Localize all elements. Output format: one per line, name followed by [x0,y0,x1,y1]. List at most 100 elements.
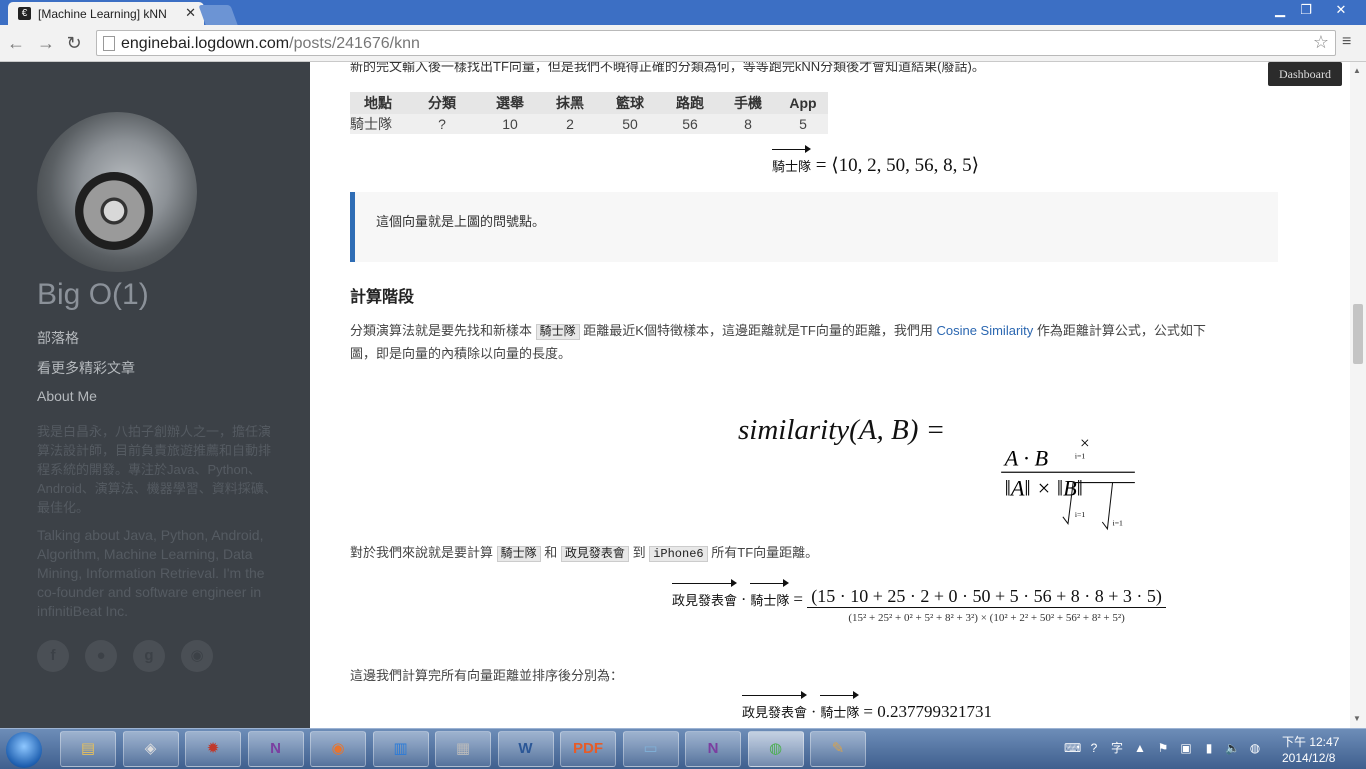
vector-label: 騎士隊 [772,145,812,175]
network-icon[interactable]: ▮ [1202,741,1216,755]
similarity-fraction: A · B ‖A‖ × ‖B‖ × i=1 i=1 i=1 [1001,433,1135,531]
bio-chinese: 我是白昌永，八拍子創辦人之一，擔任演算法設計師，目前負責旅遊推薦和自動排程系統的… [37,424,277,515]
pdf-icon[interactable]: PDF [560,731,616,767]
vertical-scrollbar[interactable]: ▲ ▼ [1350,62,1366,728]
paragraph-results: 這邊我們計算完所有向量距離並排序後分別為： [350,668,624,683]
tf-vector-table: 地點 分類 選舉 抹黑 籃球 路跑 手機 App 騎士隊? 10 2 50 56 8 5 [350,92,828,134]
vector-label: 政見發表會 [672,578,738,609]
table-header-cell: 籃球 [598,92,662,114]
svg-text:i=1: i=1 [1075,452,1085,461]
vector-value: = ⟨10, 2, 50, 56, 8, 5⟩ [815,155,980,176]
app-icon[interactable]: ✹ [185,731,241,767]
back-icon[interactable]: ← [4,31,28,55]
browser-tab[interactable]: € [Machine Learning] kNN ✕ [8,2,204,25]
url-text: enginebai.logdown.com/posts/241676/knn [121,35,420,53]
tab-close-icon[interactable]: ✕ [185,5,196,21]
github-icon[interactable]: ● [85,640,117,672]
blog-sidebar: Big O(1) 部落格 看更多精彩文章 About Me 我是白昌永，八拍子創… [0,62,310,728]
rss-icon[interactable]: ◉ [181,640,213,672]
table-header-cell: 路跑 [662,92,718,114]
bookmark-star-icon[interactable]: ☆ [1313,32,1329,53]
chrome-icon[interactable]: ◍ [747,731,804,767]
equation-numerator: (15 · 10 + 25 · 2 + 0 · 50 + 5 · 56 + 8 … [807,586,1166,608]
facebook-icon[interactable]: f [37,640,69,672]
text-span: 到 [632,545,646,560]
new-tab-button[interactable] [198,5,238,25]
app-chart-icon[interactable]: ▥ [372,731,429,767]
sidebar-link-about-me[interactable]: About Me [37,388,97,404]
table-cell: 騎士隊 [350,114,406,134]
scroll-thumb[interactable] [1353,304,1363,364]
table-cell: 8 [718,114,778,134]
paragraph-compute: 對於我們來說就是要計算 騎士隊 和 政見發表會 到 iPhone6 所有TF向量… [350,542,818,565]
table-header-cell: 選舉 [478,92,542,114]
volume-icon[interactable]: 🔈 [1225,741,1240,755]
google-plus-icon[interactable]: g [133,640,165,672]
table-cell: 10 [478,114,542,134]
scroll-up-icon[interactable]: ▲ [1353,66,1361,75]
blog-title[interactable]: Big O(1) [37,278,149,312]
reload-icon[interactable]: ↻ [62,31,86,55]
vector-label: 騎士隊 [820,691,860,721]
blockquote-text: 這個向量就是上圖的問號點。 [376,214,546,229]
scroll-down-icon[interactable]: ▼ [1353,714,1361,723]
result-value: = 0.237799321731 [863,702,992,721]
up-arrow-icon[interactable]: ▲ [1133,741,1147,755]
article-content: 新的完文輸入後一樣找出TF向量，但是我們不曉得正確的分類為何，等等跑完kNN分類… [310,62,1350,728]
similarity-formula: similarity(A, B) = [738,414,945,447]
vector-label: 騎士隊 [750,578,790,609]
cosine-similarity-link[interactable]: Cosine Similarity [936,323,1033,338]
tab-title: [Machine Learning] kNN [38,7,167,21]
table-header-cell: 地點 [350,92,406,114]
result-equation: 政見發表會 · 騎士隊 = 0.237799321731 [742,691,992,721]
device-icon[interactable]: ▣ [1179,741,1193,755]
alienware-icon[interactable]: ◈ [122,731,179,767]
shield-icon[interactable]: ◍ [1248,741,1262,755]
vector-label: 政見發表會 [742,691,808,721]
inline-code: 政見發表會 [560,546,629,562]
bio-english: Talking about Java, Python, Android, Alg… [37,527,265,619]
minimize-icon[interactable]: ▁ [1268,1,1292,19]
windows-taskbar: ▤ ◈ ✹ N ◉ ▥ ▦ W PDF ▭ N ◍ ✎ ⌨? 字 ▲ ⚑ ▣ ▮ 🔈 ◍ 下午 12:47 2014/… [0,728,1366,769]
table-cell: ? [406,114,478,134]
svg-text:×: × [1080,433,1090,452]
help-icon[interactable]: ? [1087,741,1101,755]
start-button[interactable] [6,732,42,768]
firefox-icon[interactable]: ◉ [310,731,366,767]
maximize-icon[interactable]: ❐ [1294,1,1318,19]
table-header-cell: 抹黑 [542,92,598,114]
keyboard-icon[interactable]: ⌨ [1064,741,1081,755]
distance-equation: 政見發表會 · 騎士隊 = (15 · 10 + 25 · 2 + 0 · 50… [672,578,1166,624]
calculator-icon[interactable]: ▦ [435,731,491,767]
table-row: 騎士隊? 10 2 50 56 8 5 [350,114,828,134]
paint-icon[interactable]: ✎ [810,731,866,767]
language-icon[interactable]: 字 [1110,741,1124,755]
table-header-row: 地點 分類 選舉 抹黑 籃球 路跑 手機 App [350,92,828,114]
sidebar-link-more-articles[interactable]: 看更多精彩文章 [37,358,135,378]
dashboard-button[interactable]: Dashboard [1268,62,1342,86]
table-body: 騎士隊? 10 2 50 56 8 5 [350,114,828,134]
sidebar-link-blog[interactable]: 部落格 [37,328,79,348]
equation-denominator: (15² + 25² + 0² + 5² + 8² + 3²) × (10² +… [848,612,1125,624]
paragraph-cosine: 分類演算法就是要先找和新樣本 騎士隊 距離最近K個特徵樣本，這邊距離就是TF向量… [350,320,1280,364]
onenote-icon[interactable]: N [247,731,304,767]
forward-icon[interactable]: → [34,31,58,55]
notepad-icon[interactable]: ▭ [622,731,679,767]
flag-icon[interactable]: ⚑ [1156,741,1170,755]
address-bar[interactable]: enginebai.logdown.com/posts/241676/knn ☆ [96,30,1336,56]
onenote-clip-icon[interactable]: N [685,731,741,767]
paragraph-intro: 新的完文輸入後一樣找出TF向量，但是我們不曉得正確的分類為何，等等跑完kNN分類… [350,62,985,74]
clock-time[interactable]: 下午 12:47 [1282,733,1339,750]
url-path: /posts/241676/knn [289,35,420,52]
table-cell: 50 [598,114,662,134]
close-icon[interactable]: ✕ [1328,1,1354,19]
windows-explorer-icon[interactable]: ▤ [60,731,116,767]
word-icon[interactable]: W [497,731,554,767]
text-span: 作為距離計算公式，公式如下 [1036,323,1206,338]
formula-numerator: A · B [1003,445,1049,470]
table-cell: 5 [778,114,828,134]
clock-date[interactable]: 2014/12/8 [1282,751,1335,765]
text-span: 圖，即是向量的內積除以向量的長度。 [350,346,572,361]
inline-code: iPhone6 [649,546,708,562]
menu-icon[interactable]: ≡ [1342,33,1358,51]
